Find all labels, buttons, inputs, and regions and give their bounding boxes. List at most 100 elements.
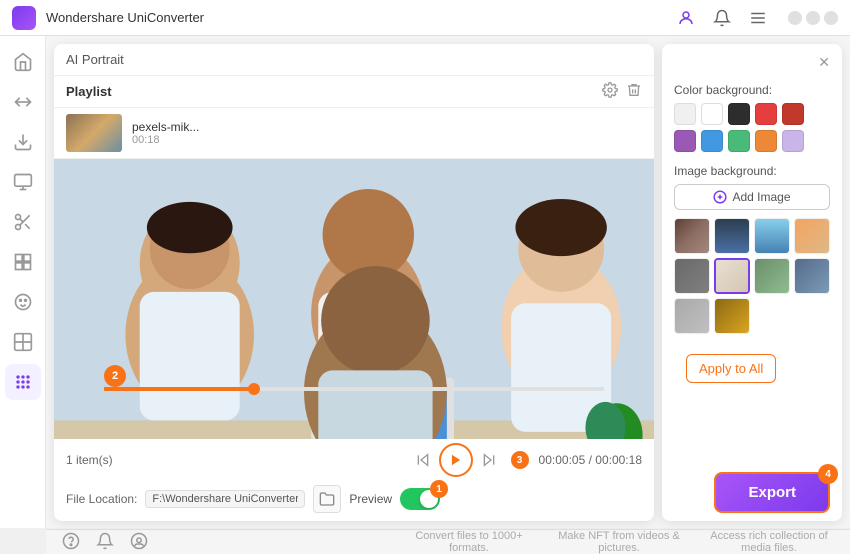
swatch-light-purple[interactable] [782, 130, 804, 152]
swatch-purple[interactable] [674, 130, 696, 152]
swatch-light-gray[interactable] [674, 103, 696, 125]
sidebar-item-watermark[interactable] [5, 324, 41, 360]
add-image-label: Add Image [732, 190, 790, 204]
bg-thumb-3[interactable] [754, 218, 790, 254]
bottom-tip-2: Make NFT from videos & pictures. [554, 530, 684, 554]
user-circle-icon[interactable] [130, 532, 148, 553]
bg-thumb-10[interactable] [714, 298, 750, 334]
export-section: Export 4 [662, 464, 842, 521]
thumbnail-image [66, 114, 122, 152]
sidebar-item-home[interactable] [5, 44, 41, 80]
sidebar-item-convert[interactable] [5, 84, 41, 120]
sidebar-item-screen[interactable] [5, 164, 41, 200]
playlist-item-duration: 00:18 [132, 134, 642, 146]
right-panel: ✕ Color background: Image b [662, 44, 842, 521]
color-swatches [662, 103, 842, 160]
bottom-bar-left [62, 532, 148, 553]
image-bg-section: Add Image [662, 184, 842, 210]
bg-thumb-7[interactable] [754, 258, 790, 294]
settings-icon[interactable] [602, 82, 618, 101]
file-location-row: File Location: Preview 1 [54, 481, 654, 521]
content-area: AI Portrait Playlist [46, 36, 850, 528]
bg-thumb-9[interactable] [674, 298, 710, 334]
sidebar-item-merge[interactable] [5, 244, 41, 280]
user-icon[interactable] [672, 4, 700, 32]
swatch-blue[interactable] [701, 130, 723, 152]
skip-back-button[interactable] [413, 450, 433, 470]
left-panel: AI Portrait Playlist [54, 44, 654, 521]
sidebar-item-face[interactable] [5, 284, 41, 320]
minimize-button[interactable] [788, 11, 802, 25]
playlist-header: Playlist [54, 76, 654, 108]
play-button[interactable] [439, 443, 473, 477]
trash-icon[interactable] [626, 82, 642, 101]
badge-1: 1 [430, 480, 448, 498]
swatch-white[interactable] [701, 103, 723, 125]
sidebar-item-apps[interactable] [5, 364, 41, 400]
bg-thumb-8[interactable] [794, 258, 830, 294]
apply-to-all-button[interactable]: Apply to All [686, 354, 776, 383]
menu-icon[interactable] [744, 4, 772, 32]
sidebar [0, 36, 46, 528]
video-preview: 2 [54, 159, 654, 439]
bottom-bar: Convert files to 1000+ formats. Make NFT… [46, 529, 850, 554]
playlist-actions [602, 82, 642, 101]
title-bar: Wondershare UniConverter [0, 0, 850, 36]
badge-2: 2 [104, 365, 126, 387]
bg-thumb-5[interactable] [674, 258, 710, 294]
folder-button[interactable] [313, 485, 341, 513]
close-window-button[interactable] [824, 11, 838, 25]
bg-thumb-6[interactable] [714, 258, 750, 294]
bottom-tip-1: Convert files to 1000+ formats. [404, 530, 534, 554]
close-button[interactable]: ✕ [818, 54, 830, 71]
app-title: Wondershare UniConverter [46, 10, 204, 25]
items-count: 1 item(s) [66, 453, 403, 467]
playlist-item-name: pexels-mik... [132, 120, 642, 134]
timeline-bar[interactable] [104, 387, 604, 391]
video-area: 2 [54, 159, 654, 439]
panel-header: AI Portrait [54, 44, 654, 76]
playlist-thumbnail [66, 114, 122, 152]
preview-label: Preview [349, 492, 392, 506]
export-button[interactable]: Export [714, 472, 830, 513]
timeline-container [54, 387, 654, 391]
bg-thumb-4[interactable] [794, 218, 830, 254]
bg-thumb-2[interactable] [714, 218, 750, 254]
playlist-info: pexels-mik... 00:18 [132, 120, 642, 146]
controls-row: 1 item(s) [54, 439, 654, 481]
timeline-thumb[interactable] [248, 383, 260, 395]
preview-toggle-container: 1 [400, 488, 440, 510]
swatch-red[interactable] [755, 103, 777, 125]
playback-controls [413, 443, 499, 477]
app-layout: AI Portrait Playlist [0, 36, 850, 528]
modal-container: AI Portrait Playlist [46, 36, 850, 529]
image-bg-label: Image background: [662, 160, 842, 184]
file-location-label: File Location: [66, 492, 137, 506]
file-location-input[interactable] [145, 490, 305, 508]
sidebar-item-download[interactable] [5, 124, 41, 160]
video-content [54, 159, 654, 439]
badge-4: 4 [818, 464, 838, 484]
sidebar-item-scissors[interactable] [5, 204, 41, 240]
swatch-orange[interactable] [755, 130, 777, 152]
notification-bell-icon[interactable] [96, 532, 114, 553]
badge-3: 3 [511, 451, 529, 469]
notification-icon[interactable] [708, 4, 736, 32]
bg-thumb-1[interactable] [674, 218, 710, 254]
help-icon[interactable] [62, 532, 80, 553]
bottom-bar-center: Convert files to 1000+ formats. Make NFT… [404, 530, 834, 554]
app-logo [12, 6, 36, 30]
bg-image-grid [662, 210, 842, 342]
ai-portrait-label: AI Portrait [66, 52, 124, 67]
time-display: 00:00:05 / 00:00:18 [539, 453, 642, 467]
maximize-button[interactable] [806, 11, 820, 25]
apply-btn-container: Apply to All [662, 342, 842, 395]
playlist-item[interactable]: pexels-mik... 00:18 [54, 108, 654, 159]
swatch-green[interactable] [728, 130, 750, 152]
skip-forward-button[interactable] [479, 450, 499, 470]
swatch-dark-red[interactable] [782, 103, 804, 125]
add-image-button[interactable]: Add Image [674, 184, 830, 210]
timeline-progress [104, 387, 254, 391]
swatch-dark[interactable] [728, 103, 750, 125]
right-panel-header: ✕ [662, 44, 842, 79]
